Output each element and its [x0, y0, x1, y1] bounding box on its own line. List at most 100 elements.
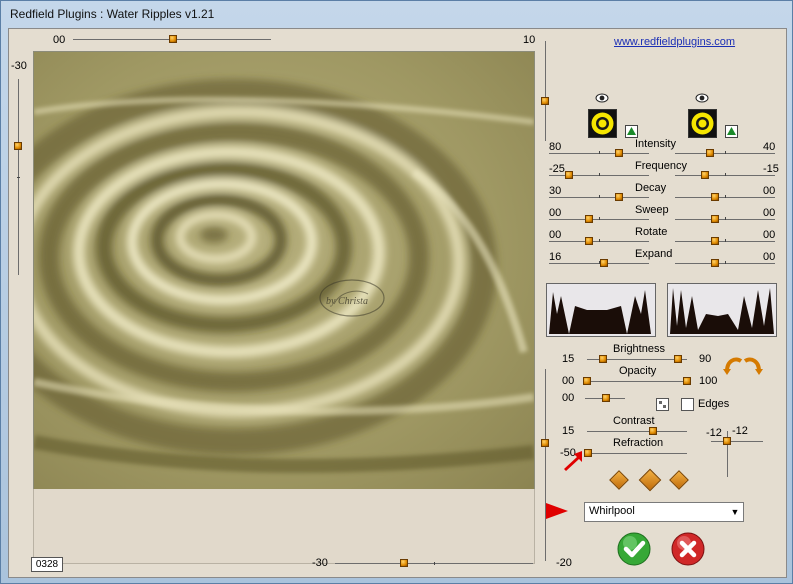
preset-diamond-1-button[interactable]	[609, 470, 629, 490]
refraction-thumb[interactable]	[584, 449, 592, 457]
bottom-slider-tick	[434, 562, 435, 565]
frequency-right-tick	[725, 173, 726, 176]
expand-right-thumb[interactable]	[711, 259, 719, 267]
preset-diamond-3-button[interactable]	[669, 470, 689, 490]
ok-button[interactable]	[617, 532, 651, 569]
opacity-right-value: 100	[699, 375, 718, 387]
brightness-thumb-right[interactable]	[674, 355, 682, 363]
preview-image[interactable]: by Christa	[33, 51, 535, 491]
brightness-right-value: 90	[699, 353, 712, 365]
tree-icon-right[interactable]	[725, 125, 738, 138]
window-title: Redfield Plugins : Water Ripples v1.21	[10, 7, 215, 21]
expand-label: Expand	[635, 248, 673, 260]
rotate-right-value: 00	[763, 229, 776, 241]
website-link[interactable]: www.redfieldplugins.com	[614, 36, 735, 48]
bottom-slider-thumb[interactable]	[400, 559, 408, 567]
decay-left-tick	[599, 195, 600, 198]
tree-icon-left[interactable]	[625, 125, 638, 138]
rotate-left-value: 00	[549, 229, 562, 241]
decay-label: Decay	[635, 182, 667, 194]
light-position-thumb[interactable]	[723, 437, 731, 445]
preset-diamond-2-button[interactable]	[638, 468, 662, 492]
light-x-label: -12	[706, 427, 722, 439]
rotate-right-thumb[interactable]	[711, 237, 719, 245]
expand-left-thumb[interactable]	[600, 259, 608, 267]
pattern-checkbox[interactable]	[656, 398, 669, 411]
right-lower-vslider-track[interactable]	[545, 369, 546, 561]
refraction-label: Refraction	[613, 437, 664, 449]
title-bar: Redfield Plugins : Water Ripples v1.21	[1, 1, 792, 27]
check-icon	[617, 532, 651, 566]
right-upper-vslider-track[interactable]	[545, 41, 546, 141]
decay-right-tick	[725, 195, 726, 198]
eye-icon-left[interactable]	[595, 93, 609, 106]
water-ripple-preview: by Christa	[34, 52, 534, 490]
decay-left-thumb[interactable]	[615, 193, 623, 201]
brightness-thumb-left[interactable]	[599, 355, 607, 363]
sweep-right-tick	[725, 217, 726, 220]
watermark-text: by Christa	[326, 296, 368, 307]
light-x-track[interactable]	[711, 441, 763, 442]
expand-left-value: 16	[549, 251, 562, 263]
decay-left-value: 30	[549, 185, 562, 197]
refraction-track[interactable]	[587, 453, 687, 454]
sweep-left-tick	[599, 217, 600, 220]
frequency-left-thumb[interactable]	[565, 171, 573, 179]
intensity-left-tick	[599, 151, 600, 154]
left-slider-tick	[17, 177, 20, 178]
waveform-graph-right[interactable]	[667, 283, 777, 337]
frame-counter: 0328	[31, 557, 63, 572]
expand-right-tick	[725, 261, 726, 264]
intensity-right-tick	[725, 151, 726, 154]
opacity-thumb-left[interactable]	[583, 377, 591, 385]
intensity-right-thumb[interactable]	[706, 149, 714, 157]
rotate-arrows-icon[interactable]	[723, 355, 763, 378]
left-slider-thumb[interactable]	[14, 142, 22, 150]
contrast-track[interactable]	[587, 431, 687, 432]
preview-empty-area	[33, 489, 535, 564]
decay-right-thumb[interactable]	[711, 193, 719, 201]
brightness-left-value: 15	[562, 353, 575, 365]
waveform-graph-left[interactable]	[546, 283, 656, 337]
contrast-thumb[interactable]	[649, 427, 657, 435]
sweep-left-value: 00	[549, 207, 562, 219]
opacity-track[interactable]	[585, 381, 689, 382]
rotate-label: Rotate	[635, 226, 668, 238]
ripple-style-value: Whirlpool	[589, 505, 635, 517]
third-slider-thumb[interactable]	[602, 394, 610, 402]
sweep-left-thumb[interactable]	[585, 215, 593, 223]
intensity-right-value: 40	[763, 141, 776, 153]
color-swatch-right[interactable]	[688, 109, 717, 138]
light-y-label: -12	[732, 425, 748, 437]
right-vslider-bottom-label: -20	[556, 557, 572, 569]
intensity-left-thumb[interactable]	[615, 149, 623, 157]
frequency-label: Frequency	[635, 160, 687, 172]
left-slider-label: -30	[11, 60, 27, 72]
top-slider-thumb[interactable]	[169, 35, 177, 43]
ripple-style-select[interactable]: Whirlpool ▼	[584, 502, 744, 522]
frequency-right-thumb[interactable]	[701, 171, 709, 179]
plugin-window: Redfield Plugins : Water Ripples v1.21 0…	[0, 0, 793, 584]
chevron-down-icon[interactable]: ▼	[727, 503, 743, 521]
edges-label: Edges	[698, 398, 730, 410]
decay-right-value: 00	[763, 185, 776, 197]
edges-checkbox[interactable]	[681, 398, 694, 411]
plugin-client-area: 00 10 www.redfieldplugins.com -30 by Chr…	[8, 28, 787, 578]
frequency-right-value: -15	[763, 163, 779, 175]
opacity-thumb-right[interactable]	[683, 377, 691, 385]
right-upper-vslider-thumb[interactable]	[541, 97, 549, 105]
expand-right-value: 00	[763, 251, 776, 263]
eye-icon-right[interactable]	[695, 93, 709, 106]
opacity-left-value: 00	[562, 375, 575, 387]
rotate-left-tick	[599, 239, 600, 242]
bottom-slider-label: -30	[312, 557, 328, 569]
cancel-button[interactable]	[671, 532, 705, 569]
third-slider-left-value: 00	[562, 392, 575, 404]
sweep-right-thumb[interactable]	[711, 215, 719, 223]
rotate-left-thumb[interactable]	[585, 237, 593, 245]
x-icon	[671, 532, 705, 566]
top-slider-max: 10	[523, 34, 536, 46]
frequency-left-tick	[599, 173, 600, 176]
color-swatch-left[interactable]	[588, 109, 617, 138]
right-lower-vslider-thumb[interactable]	[541, 439, 549, 447]
